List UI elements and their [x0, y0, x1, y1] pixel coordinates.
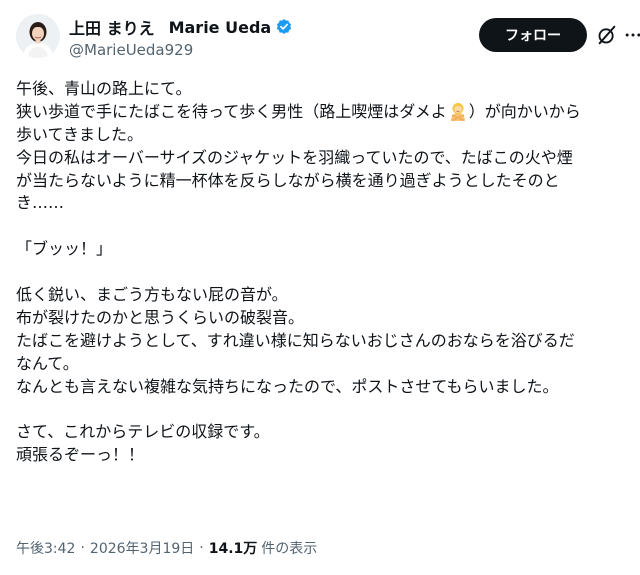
post-line: が当たらないように精一杯体を反らしながら横を通り過ぎようとしたそのと	[16, 170, 560, 190]
post-line-segment: ）が向かいから	[468, 101, 581, 121]
post-line: たばこを避けようとして、すれ違い様に知らないおじさんのおならを浴びるだ	[16, 330, 575, 350]
post-header: 上田 まりえ Marie Ueda @MarieUeda929 フォロー	[16, 14, 640, 64]
post-line: なんて。	[16, 353, 79, 373]
post-line: 今日の私はオーバーサイズのジャケットを羽織っていたので、たばこの火や煙	[16, 147, 573, 167]
grok-icon[interactable]	[596, 24, 618, 46]
display-name-ja[interactable]: 上田 まりえ	[69, 15, 155, 39]
post-line: 「ブッッ！」	[16, 239, 113, 259]
post-line: 狭い歩道で手にたばこを待って歩く男性（路上喫煙はダメよ ）が向かいから	[16, 101, 626, 124]
post-line: き……	[16, 193, 65, 213]
display-name-row[interactable]: 上田 まりえ Marie Ueda	[69, 16, 293, 38]
post-text: 午後、青山の路上にて。 狭い歩道で手にたばこを待って歩く男性（路上喫煙はダメよ …	[16, 78, 626, 467]
follow-button[interactable]: フォロー	[479, 18, 587, 52]
user-handle[interactable]: @MarieUeda929	[69, 41, 293, 59]
person-gesturing-no-emoji	[448, 101, 468, 121]
meta-separator: ·	[199, 540, 204, 556]
meta-separator: ·	[80, 540, 85, 556]
post-card: 上田 まりえ Marie Ueda @MarieUeda929 フォロー 午後、…	[0, 0, 640, 575]
post-line: さて、これからテレビの収録です。	[16, 422, 270, 442]
post-line: 低く鋭い、まごう方もない屁の音が。	[16, 285, 288, 305]
post-time[interactable]: 午後3:42	[16, 538, 75, 558]
post-line: 歩いてきました。	[16, 124, 144, 144]
post-line: なんとも言えない複雑な気持ちになったので、ポストさせてもらいました。	[16, 376, 559, 396]
avatar[interactable]	[16, 14, 60, 58]
views-count[interactable]: 14.1万	[209, 538, 258, 558]
author-names: 上田 まりえ Marie Ueda @MarieUeda929	[69, 16, 293, 59]
more-icon[interactable]	[622, 24, 640, 46]
post-date[interactable]: 2026年3月19日	[90, 538, 194, 558]
display-name-en[interactable]: Marie Ueda	[169, 18, 272, 37]
post-line: 布が裂けたのかと思うくらいの破裂音。	[16, 307, 305, 327]
verified-badge-icon	[275, 18, 293, 36]
post-line: 午後、青山の路上にて。	[16, 79, 192, 98]
views-label: 件の表示	[261, 541, 318, 557]
post-line: 頑張るぞーっ！！	[16, 445, 145, 465]
post-line-segment: 狭い歩道で手にたばこを待って歩く男性（路上喫煙はダメよ	[16, 101, 447, 121]
post-meta: 午後3:42 · 2026年3月19日 · 14.1万 件の表示	[16, 538, 317, 558]
